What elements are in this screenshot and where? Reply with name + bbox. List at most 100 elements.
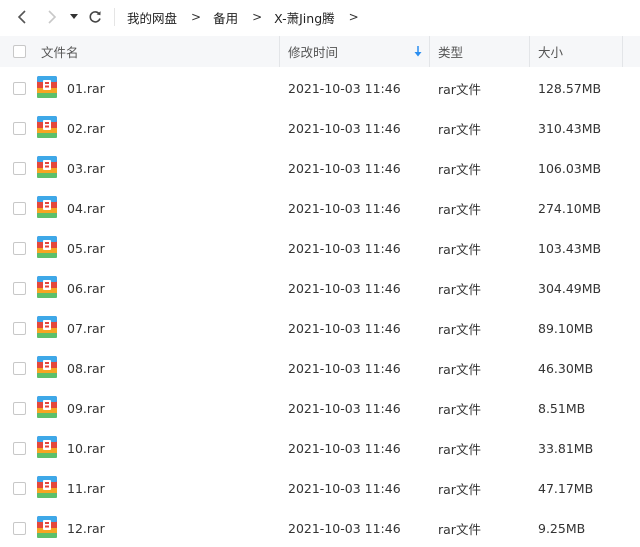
table-row[interactable]: 08.rar 2021-10-03 11:46 rar文件 46.30MB	[0, 348, 640, 388]
back-button[interactable]	[14, 7, 30, 27]
nav-divider	[114, 8, 115, 26]
file-size: 106.03MB	[538, 160, 602, 176]
file-size: 46.30MB	[538, 360, 594, 376]
file-size: 103.43MB	[538, 240, 602, 256]
file-modified-time: 2021-10-03 11:46	[288, 240, 401, 256]
navigation-bar: 我的网盘 > 备用 > X-萧Jing腾 >	[0, 0, 640, 34]
table-row[interactable]: 01.rar 2021-10-03 11:46 rar文件 128.57MB	[0, 68, 640, 108]
column-header-size[interactable]: 大小	[538, 36, 563, 67]
file-name[interactable]: 11.rar	[67, 468, 105, 508]
rar-archive-icon	[37, 276, 57, 298]
file-name[interactable]: 07.rar	[67, 308, 105, 348]
rar-archive-icon	[37, 76, 57, 98]
file-type: rar文件	[438, 521, 481, 537]
file-modified-time: 2021-10-03 11:46	[288, 520, 401, 536]
file-modified-time: 2021-10-03 11:46	[288, 160, 401, 176]
file-type: rar文件	[438, 361, 481, 377]
column-header-modified[interactable]: 修改时间	[288, 36, 338, 67]
file-name[interactable]: 12.rar	[67, 508, 105, 547]
file-name[interactable]: 01.rar	[67, 68, 105, 108]
file-list: 01.rar 2021-10-03 11:46 rar文件 128.57MB 0…	[0, 68, 640, 547]
breadcrumb-item[interactable]: 我的网盘	[127, 8, 177, 27]
file-name[interactable]: 10.rar	[67, 428, 105, 468]
breadcrumb-item[interactable]: 备用	[213, 8, 238, 27]
breadcrumb-separator: >	[348, 10, 359, 24]
file-modified-time: 2021-10-03 11:46	[288, 360, 401, 376]
caret-down-icon	[70, 14, 78, 19]
row-checkbox[interactable]	[13, 122, 26, 135]
file-name[interactable]: 04.rar	[67, 188, 105, 228]
file-modified-time: 2021-10-03 11:46	[288, 120, 401, 136]
table-row[interactable]: 10.rar 2021-10-03 11:46 rar文件 33.81MB	[0, 428, 640, 468]
file-type: rar文件	[438, 321, 481, 337]
row-checkbox[interactable]	[13, 442, 26, 455]
table-row[interactable]: 04.rar 2021-10-03 11:46 rar文件 274.10MB	[0, 188, 640, 228]
table-header: 文件名 修改时间 类型 大小	[0, 36, 640, 67]
select-all-checkbox[interactable]	[13, 45, 26, 58]
row-checkbox[interactable]	[13, 242, 26, 255]
chevron-right-icon	[48, 10, 57, 24]
column-divider[interactable]	[529, 36, 530, 67]
rar-archive-icon	[37, 436, 57, 458]
row-checkbox[interactable]	[13, 362, 26, 375]
table-row[interactable]: 11.rar 2021-10-03 11:46 rar文件 47.17MB	[0, 468, 640, 508]
table-row[interactable]: 09.rar 2021-10-03 11:46 rar文件 8.51MB	[0, 388, 640, 428]
column-header-type[interactable]: 类型	[438, 36, 463, 67]
file-name[interactable]: 06.rar	[67, 268, 105, 308]
file-modified-time: 2021-10-03 11:46	[288, 480, 401, 496]
column-divider[interactable]	[622, 36, 623, 67]
rar-archive-icon	[37, 516, 57, 538]
row-checkbox[interactable]	[13, 522, 26, 535]
file-modified-time: 2021-10-03 11:46	[288, 440, 401, 456]
row-checkbox[interactable]	[13, 482, 26, 495]
refresh-button[interactable]	[86, 7, 104, 27]
file-name[interactable]: 09.rar	[67, 388, 105, 428]
row-checkbox[interactable]	[13, 162, 26, 175]
table-row[interactable]: 12.rar 2021-10-03 11:46 rar文件 9.25MB	[0, 508, 640, 547]
row-checkbox[interactable]	[13, 202, 26, 215]
row-checkbox[interactable]	[13, 82, 26, 95]
row-checkbox[interactable]	[13, 402, 26, 415]
file-size: 274.10MB	[538, 200, 602, 216]
rar-archive-icon	[37, 236, 57, 258]
history-dropdown-button[interactable]	[68, 7, 80, 27]
rar-archive-icon	[37, 116, 57, 138]
rar-archive-icon	[37, 356, 57, 378]
file-name[interactable]: 08.rar	[67, 348, 105, 388]
file-name[interactable]: 03.rar	[67, 148, 105, 188]
file-size: 89.10MB	[538, 320, 594, 336]
row-checkbox[interactable]	[13, 282, 26, 295]
column-header-name[interactable]: 文件名	[41, 36, 79, 67]
table-row[interactable]: 03.rar 2021-10-03 11:46 rar文件 106.03MB	[0, 148, 640, 188]
file-type: rar文件	[438, 201, 481, 217]
refresh-icon	[89, 11, 101, 23]
table-row[interactable]: 06.rar 2021-10-03 11:46 rar文件 304.49MB	[0, 268, 640, 308]
file-size: 47.17MB	[538, 480, 594, 496]
column-divider[interactable]	[279, 36, 280, 67]
table-row[interactable]: 05.rar 2021-10-03 11:46 rar文件 103.43MB	[0, 228, 640, 268]
file-size: 8.51MB	[538, 400, 586, 416]
file-size: 9.25MB	[538, 520, 586, 536]
row-checkbox[interactable]	[13, 322, 26, 335]
rar-archive-icon	[37, 396, 57, 418]
table-row[interactable]: 07.rar 2021-10-03 11:46 rar文件 89.10MB	[0, 308, 640, 348]
file-type: rar文件	[438, 441, 481, 457]
file-size: 128.57MB	[538, 80, 602, 96]
forward-button[interactable]	[44, 7, 60, 27]
sort-down-arrow-icon[interactable]	[414, 46, 422, 60]
file-type: rar文件	[438, 401, 481, 417]
rar-archive-icon	[37, 196, 57, 218]
breadcrumb-item[interactable]: X-萧Jing腾	[274, 8, 334, 27]
file-type: rar文件	[438, 121, 481, 137]
table-row[interactable]: 02.rar 2021-10-03 11:46 rar文件 310.43MB	[0, 108, 640, 148]
rar-archive-icon	[37, 156, 57, 178]
file-name[interactable]: 05.rar	[67, 228, 105, 268]
file-name[interactable]: 02.rar	[67, 108, 105, 148]
breadcrumb: 我的网盘 > 备用 > X-萧Jing腾 >	[127, 0, 371, 34]
chevron-left-icon	[17, 10, 26, 24]
file-type: rar文件	[438, 161, 481, 177]
rar-archive-icon	[37, 316, 57, 338]
column-divider[interactable]	[429, 36, 430, 67]
breadcrumb-separator: >	[191, 10, 202, 24]
rar-archive-icon	[37, 476, 57, 498]
